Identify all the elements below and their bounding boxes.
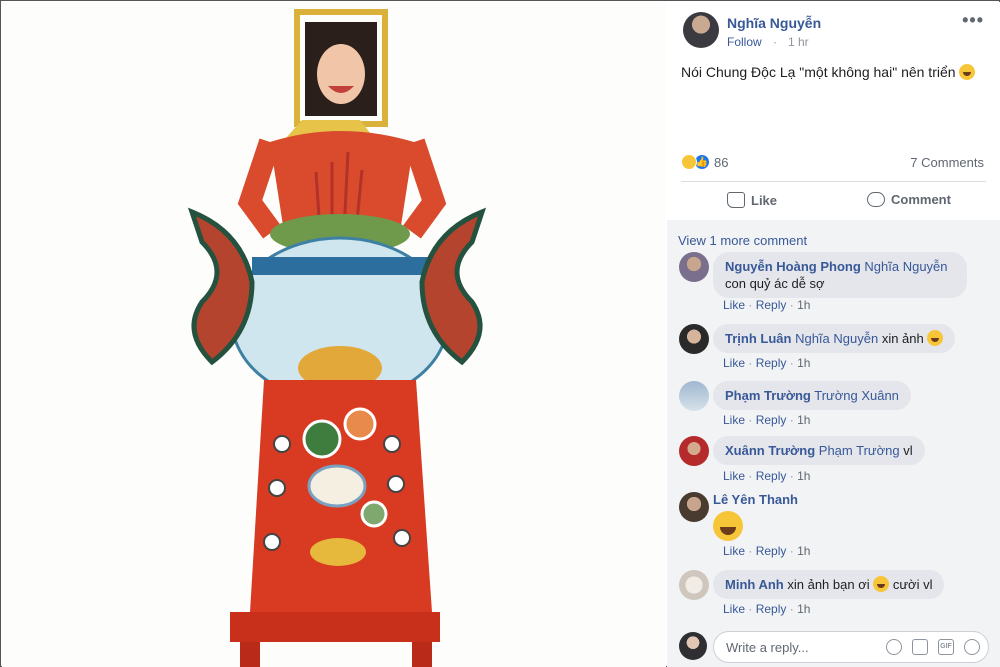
comment-button-label: Comment	[891, 192, 951, 207]
reply-bar: Write a reply... GIF	[667, 627, 1000, 667]
comment-reply-link[interactable]: Reply	[756, 298, 787, 312]
comment-sticker-block: Lê Yên Thanh	[713, 492, 798, 507]
author-name[interactable]: Nghĩa Nguyễn	[727, 15, 821, 31]
comment-reply-link[interactable]: Reply	[756, 413, 787, 427]
comment-bubble: Nguyễn Hoàng Phong Nghĩa Nguyễn con quỷ …	[713, 252, 967, 298]
comment-like-link[interactable]: Like	[723, 602, 745, 616]
comment-bubble: Trịnh Luân Nghĩa Nguyễn xin ảnh	[713, 324, 956, 353]
tagged-user[interactable]: Trường Xuânn	[814, 388, 899, 403]
like-button-label: Like	[751, 192, 778, 208]
tagged-user[interactable]: Nghĩa Nguyễn	[795, 331, 878, 346]
comment-meta: Like · Reply · 1h	[723, 356, 811, 370]
comment-meta: Like · Reply · 1h	[723, 298, 811, 312]
rolling-laughing-emoji-icon	[873, 576, 890, 592]
like-button[interactable]: Like	[727, 192, 777, 208]
comment-meta: Like · Reply · 1h	[723, 602, 811, 616]
haha-reaction-icon	[681, 154, 697, 170]
post-caption: Nói Chung Độc Lạ "một không hai" nên tri…	[681, 64, 976, 80]
comment-bubble: Xuânn Trường Phạm Trường vl	[713, 436, 925, 465]
comments-section: View 1 more comment Nguyễn Hoàng Phong N…	[667, 220, 1000, 667]
comment-text: vl	[903, 443, 913, 458]
commenter-avatar[interactable]	[679, 324, 709, 354]
comment-like-link[interactable]: Like	[723, 298, 745, 312]
reply-tools: GIF	[886, 639, 980, 655]
comment-time[interactable]: 1h	[797, 544, 810, 558]
comment-bubble: Minh Anh xin ảnh bạn ơi cười vl	[713, 570, 945, 599]
commenter-name[interactable]: Minh Anh	[725, 577, 784, 592]
laughing-sticker-icon[interactable]	[713, 511, 743, 541]
comment-time[interactable]: 1h	[797, 413, 810, 427]
comment-bubble: Phạm Trường Trường Xuânn	[713, 381, 911, 410]
post-panel: Nghĩa Nguyễn Follow · 1 hr ••• Nói Chung…	[667, 2, 1000, 667]
comment-reply-link[interactable]: Reply	[756, 602, 787, 616]
comment-text: xin ảnh bạn ơi	[787, 577, 870, 592]
reactions-summary[interactable]: 👍 86	[681, 152, 728, 172]
follow-link[interactable]: Follow	[727, 35, 762, 49]
post-timestamp[interactable]: 1 hr	[788, 35, 809, 49]
comment-text: con quỷ ác dễ sợ	[725, 276, 825, 291]
commenter-name[interactable]: Lê Yên Thanh	[713, 492, 798, 507]
post-lightbox: Nghĩa Nguyễn Follow · 1 hr ••• Nói Chung…	[0, 0, 1000, 667]
commenter-avatar[interactable]	[679, 436, 709, 466]
dress-illustration	[2, 2, 666, 667]
emoji-picker-icon[interactable]	[886, 639, 902, 655]
comment-text: xin ảnh	[881, 331, 924, 346]
camera-icon[interactable]	[912, 639, 928, 655]
comment-reply-link[interactable]: Reply	[756, 469, 787, 483]
comment-time[interactable]: 1h	[797, 469, 810, 483]
comment-meta: Like · Reply · 1h	[723, 544, 811, 558]
comment-reply-link[interactable]: Reply	[756, 356, 787, 370]
comment-button[interactable]: Comment	[867, 192, 951, 207]
comment-text-2: cười vl	[892, 577, 933, 592]
speech-bubble-icon	[867, 192, 885, 207]
comment-meta: Like · Reply · 1h	[723, 469, 811, 483]
post-caption-text: Nói Chung Độc Lạ "một không hai" nên tri…	[681, 64, 956, 80]
view-more-comments-link[interactable]: View 1 more comment	[678, 233, 807, 248]
tagged-user[interactable]: Phạm Trường	[819, 443, 900, 458]
commenter-name[interactable]: Trịnh Luân	[725, 331, 791, 346]
comments-count[interactable]: 7 Comments	[910, 155, 984, 170]
comment-like-link[interactable]: Like	[723, 356, 745, 370]
laughing-emoji-icon	[959, 64, 976, 80]
commenter-avatar[interactable]	[679, 252, 709, 282]
commenter-name[interactable]: Xuânn Trường	[725, 443, 815, 458]
comment-time[interactable]: 1h	[797, 298, 810, 312]
comment-time[interactable]: 1h	[797, 356, 810, 370]
post-photo[interactable]	[2, 2, 666, 667]
commenter-avatar[interactable]	[679, 570, 709, 600]
laughing-emoji-icon	[927, 330, 944, 346]
current-user-avatar	[679, 632, 707, 660]
tagged-user[interactable]: Nghĩa Nguyễn	[864, 259, 947, 274]
author-avatar[interactable]	[683, 12, 719, 48]
thumbs-up-icon	[727, 192, 745, 208]
comment-like-link[interactable]: Like	[723, 413, 745, 427]
comment-time[interactable]: 1h	[797, 602, 810, 616]
separator-dot: ·	[773, 35, 777, 49]
commenter-avatar[interactable]	[679, 381, 709, 411]
more-options-icon[interactable]: •••	[962, 10, 984, 31]
comment-reply-link[interactable]: Reply	[756, 544, 787, 558]
commenter-name[interactable]: Phạm Trường	[725, 388, 811, 403]
commenter-name[interactable]: Nguyễn Hoàng Phong	[725, 259, 861, 274]
comment-like-link[interactable]: Like	[723, 544, 745, 558]
gif-icon[interactable]: GIF	[938, 639, 954, 655]
commenter-avatar[interactable]	[679, 492, 709, 522]
divider	[681, 181, 986, 182]
sticker-icon[interactable]	[964, 639, 980, 655]
comment-like-link[interactable]: Like	[723, 469, 745, 483]
reaction-count: 86	[714, 154, 729, 170]
comment-meta: Like · Reply · 1h	[723, 413, 811, 427]
